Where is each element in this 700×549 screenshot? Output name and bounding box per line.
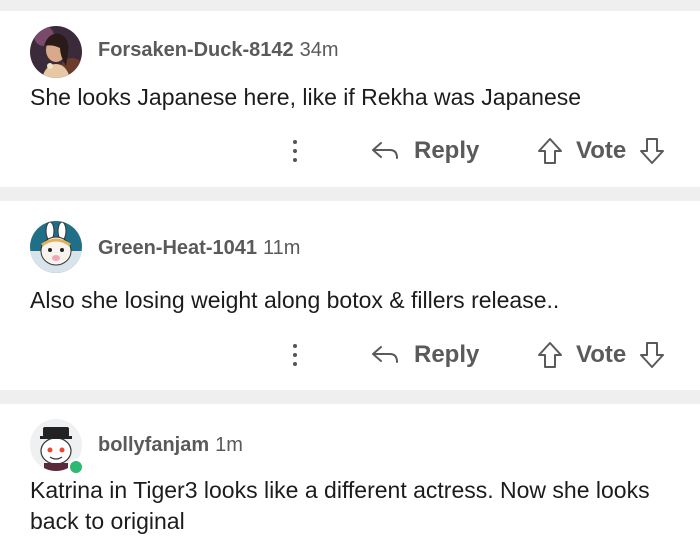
user-photo-avatar [30, 26, 82, 78]
bunny-avatar [30, 221, 82, 273]
more-vertical-icon [293, 140, 297, 144]
avatar[interactable] [30, 221, 82, 273]
reply-arrow-icon [370, 139, 400, 163]
divider [0, 187, 700, 201]
comment-body: Also she losing weight along botox & fil… [30, 287, 560, 313]
online-status-indicator [68, 459, 84, 475]
timestamp: 11m [262, 237, 301, 259]
upvote-arrow-icon[interactable] [536, 136, 564, 166]
comment-card: bollyfanjam 1m Katrina in Tiger3 looks li… [0, 404, 700, 549]
reply-button[interactable]: Reply [370, 335, 479, 375]
username[interactable]: Forsaken-Duck-8142 [98, 39, 294, 61]
more-dot [293, 353, 297, 357]
divider [0, 390, 700, 404]
comment-actions: Reply Vote [0, 335, 700, 375]
comment-body: She looks Japanese here, like if Rekha w… [30, 84, 582, 110]
vote-label: Vote [576, 341, 627, 368]
username[interactable]: bollyfanjam [98, 434, 209, 456]
username[interactable]: Green-Heat-1041 [98, 237, 257, 259]
reply-button[interactable]: Reply [370, 131, 479, 171]
comment-meta: bollyfanjam 1m [98, 434, 243, 457]
more-options-button[interactable] [283, 335, 307, 375]
more-vertical-icon [293, 344, 297, 348]
comment-meta: Forsaken-Duck-8142 34m [98, 39, 339, 62]
timestamp: 34m [299, 39, 339, 61]
comment-actions: Reply Vote [0, 131, 700, 171]
reply-arrow-icon [370, 343, 400, 367]
reply-label: Reply [414, 137, 480, 164]
downvote-arrow-icon[interactable] [638, 340, 666, 370]
timestamp: 1m [215, 434, 243, 456]
downvote-arrow-icon[interactable] [638, 136, 666, 166]
upvote-arrow-icon[interactable] [536, 340, 564, 370]
more-options-button[interactable] [283, 131, 307, 171]
vote-label: Vote [576, 137, 627, 164]
more-dot [293, 158, 297, 162]
comment-meta: Green-Heat-1041 11m [98, 237, 300, 260]
top-gap [0, 0, 700, 11]
comment-card: Green-Heat-1041 11m Also she losing weigh… [0, 201, 700, 390]
reply-label: Reply [414, 341, 480, 368]
vote-group: Vote [536, 131, 666, 171]
more-dot [293, 149, 297, 153]
vote-group: Vote [536, 335, 666, 375]
more-dot [293, 362, 297, 366]
comment-body: Katrina in Tiger3 looks like a different… [30, 477, 650, 534]
avatar[interactable] [30, 26, 82, 78]
comment-card: Forsaken-Duck-8142 34m She looks Japanese… [0, 11, 700, 187]
